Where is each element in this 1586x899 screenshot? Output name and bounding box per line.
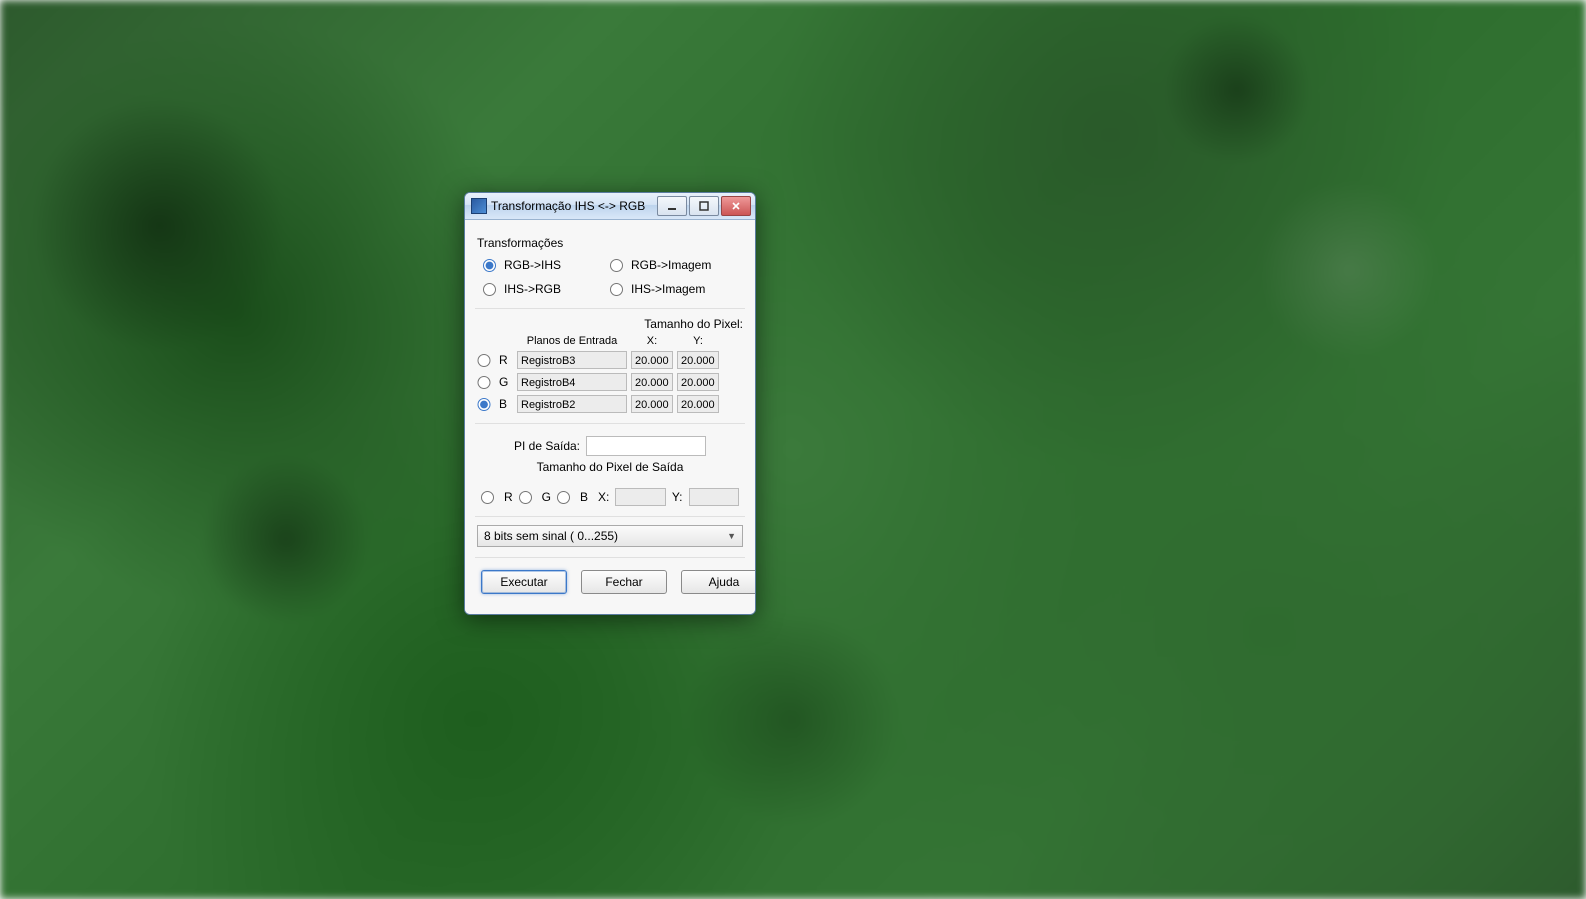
close-icon	[731, 201, 741, 211]
pi-saida-label: PI de Saída:	[514, 439, 580, 453]
pixel-size-header: Tamanho do Pixel:	[477, 317, 743, 331]
plano-b-field[interactable]: RegistroB2	[517, 395, 627, 413]
bits-dropdown[interactable]: 8 bits sem sinal ( 0...255) ▼	[477, 525, 743, 547]
transformacoes-section: Transformações RGB->IHS RGB->Imagem IHS-…	[475, 228, 745, 308]
y-header: Y:	[677, 335, 719, 347]
radio-rgb-imagem-label: RGB->Imagem	[631, 258, 711, 272]
radio-rgb-ihs-label: RGB->IHS	[504, 258, 561, 272]
saida-r-radio[interactable]	[481, 491, 494, 504]
window-title: Transformação IHS <-> RGB	[491, 199, 651, 213]
radio-ihs-rgb-label: IHS->RGB	[504, 282, 561, 296]
ajuda-button[interactable]: Ajuda	[681, 570, 756, 594]
plano-r-field[interactable]: RegistroB3	[517, 351, 627, 369]
saida-section: PI de Saída: Tamanho do Pixel de Saída R…	[475, 423, 745, 516]
saida-rgb-row: R G B X: Y:	[477, 488, 743, 506]
radio-rgb-imagem[interactable]: RGB->Imagem	[610, 258, 737, 272]
channel-g-label: G	[499, 375, 513, 389]
radio-rgb-ihs[interactable]: RGB->IHS	[483, 258, 610, 272]
saida-x-label: X:	[598, 490, 609, 504]
transformacoes-label: Transformações	[477, 236, 743, 250]
channel-r-label: R	[499, 353, 513, 367]
pixel-b-x[interactable]: 20.000	[631, 395, 673, 413]
radio-ihs-imagem-label: IHS->Imagem	[631, 282, 705, 296]
ihs-rgb-dialog: Transformação IHS <-> RGB Transformações…	[464, 192, 756, 615]
window-buttons	[655, 196, 751, 216]
transformacoes-options: RGB->IHS RGB->Imagem IHS->RGB IHS->Image…	[477, 256, 743, 298]
pixel-b-y[interactable]: 20.000	[677, 395, 719, 413]
radio-rgb-imagem-input[interactable]	[610, 259, 623, 272]
radio-ihs-imagem-input[interactable]	[610, 283, 623, 296]
saida-b-radio[interactable]	[557, 491, 570, 504]
pixel-saida-label: Tamanho do Pixel de Saída	[537, 460, 684, 474]
pixel-saida-label-row: Tamanho do Pixel de Saída	[477, 460, 743, 474]
saida-x-field[interactable]	[615, 488, 665, 506]
pixel-r-y[interactable]: 20.000	[677, 351, 719, 369]
button-row: Executar Fechar Ajuda	[477, 568, 743, 594]
maximize-button[interactable]	[689, 196, 719, 216]
saida-y-label: Y:	[672, 490, 683, 504]
x-header: X:	[631, 335, 673, 347]
plano-g-field[interactable]: RegistroB4	[517, 373, 627, 391]
bits-section: 8 bits sem sinal ( 0...255) ▼	[475, 516, 745, 557]
executar-button[interactable]: Executar	[481, 570, 567, 594]
button-row-section: Executar Fechar Ajuda	[475, 557, 745, 604]
radio-ihs-rgb[interactable]: IHS->RGB	[483, 282, 610, 296]
entrada-section: Tamanho do Pixel: Planos de Entrada X: Y…	[475, 308, 745, 423]
chevron-down-icon: ▼	[727, 531, 736, 541]
pixel-r-x[interactable]: 20.000	[631, 351, 673, 369]
channel-b-label: B	[499, 397, 513, 411]
saida-g-radio[interactable]	[519, 491, 532, 504]
fechar-button[interactable]: Fechar	[581, 570, 667, 594]
saida-r-label: R	[504, 490, 513, 504]
channel-b-radio[interactable]	[477, 398, 491, 411]
saida-g-label: G	[542, 490, 551, 504]
saida-y-field[interactable]	[689, 488, 739, 506]
pi-saida-row: PI de Saída:	[477, 436, 743, 456]
dialog-body: Transformações RGB->IHS RGB->Imagem IHS-…	[465, 220, 755, 614]
satellite-background	[0, 0, 1586, 899]
radio-ihs-imagem[interactable]: IHS->Imagem	[610, 282, 737, 296]
radio-rgb-ihs-input[interactable]	[483, 259, 496, 272]
close-button[interactable]	[721, 196, 751, 216]
minimize-button[interactable]	[657, 196, 687, 216]
saida-b-label: B	[580, 490, 588, 504]
channel-r-radio[interactable]	[477, 354, 491, 367]
bits-selected: 8 bits sem sinal ( 0...255)	[484, 529, 618, 543]
radio-ihs-rgb-input[interactable]	[483, 283, 496, 296]
entrada-grid: Planos de Entrada X: Y: R RegistroB3 20.…	[477, 335, 743, 413]
pi-saida-input[interactable]	[586, 436, 706, 456]
channel-g-radio[interactable]	[477, 376, 491, 389]
planos-header: Planos de Entrada	[517, 335, 627, 347]
minimize-icon	[667, 201, 677, 211]
pixel-g-x[interactable]: 20.000	[631, 373, 673, 391]
app-icon	[471, 198, 487, 214]
maximize-icon	[699, 201, 709, 211]
titlebar[interactable]: Transformação IHS <-> RGB	[465, 193, 755, 220]
pixel-g-y[interactable]: 20.000	[677, 373, 719, 391]
